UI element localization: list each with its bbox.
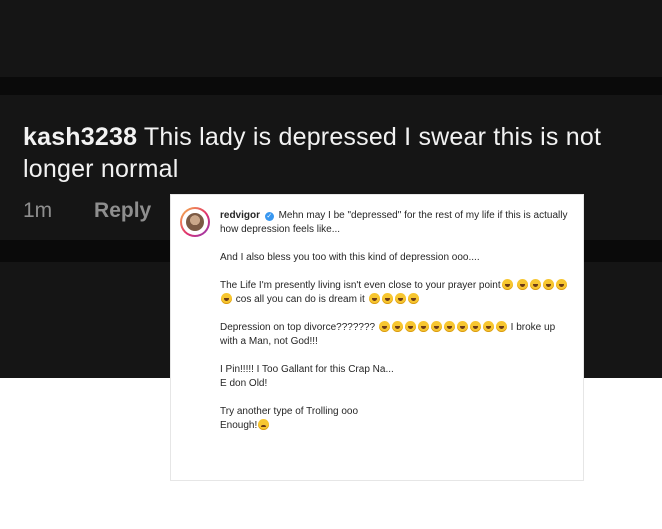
avatar-ring [182,209,208,235]
reply-text: redvigor ✓ Mehn may I be "depressed" for… [220,209,575,447]
laughing-emoji-icon [501,279,513,290]
laughing-emoji-icon [378,321,390,332]
laughing-emoji-icon [404,321,416,332]
comment-username[interactable]: kash3238 [23,123,137,151]
laughing-emoji-icon [221,293,232,304]
composite-screenshot: kash3238 This lady is depressed I swear … [0,0,662,529]
disappointed-emoji-icon [258,419,270,430]
laughing-emoji-icon [381,293,393,304]
laughing-emoji-icon [482,321,494,332]
reply-paragraph: redvigor ✓ Mehn may I be "depressed" for… [220,209,575,237]
reply-line: Try another type of Trolling ooo [220,406,359,417]
laughing-emoji-icon [495,321,507,332]
laughing-emoji-icon [530,279,542,290]
reply-paragraph: And I also bless you too with this kind … [220,251,575,265]
reply-line: I Pin!!!!! I Too Gallant for this Crap N… [220,364,394,375]
laughing-emoji-icon [517,279,529,290]
reply-button[interactable]: Reply [94,199,151,222]
reply-line: E don Old! [220,378,268,389]
laughing-emoji-icon [556,279,568,290]
comment-timestamp: 1m [23,199,53,222]
reply-line: Enough! [220,420,258,431]
reply-line: And I also bless you too with this kind … [220,252,480,263]
laughing-emoji-icon [430,321,442,332]
laughing-emoji-icon [417,321,429,332]
reply-line: Depression on top divorce??????? [220,322,376,333]
divider-band [0,77,662,95]
reply-paragraph: I Pin!!!!! I Too Gallant for this Crap N… [220,363,575,391]
reply-screenshot: redvigor ✓ Mehn may I be "depressed" for… [171,195,583,480]
reply-line: The Life I'm presently living isn't even… [220,280,501,291]
comment-body: kash3238 This lady is depressed I swear … [23,121,643,185]
reply-paragraph: The Life I'm presently living isn't even… [220,279,575,307]
reply-paragraph: Try another type of Trolling ooo Enough! [220,405,575,433]
verified-badge-icon: ✓ [264,212,274,221]
laughing-emoji-icon [443,321,455,332]
laughing-emoji-icon [543,279,555,290]
laughing-emoji-icon [368,293,380,304]
reply-line: cos all you can do is dream it [235,294,365,305]
reply-paragraph: Depression on top divorce??????? I broke… [220,321,575,349]
laughing-emoji-icon [391,321,403,332]
laughing-emoji-icon [469,321,481,332]
reply-username[interactable]: redvigor [220,210,260,221]
profile-photo [186,213,204,231]
comment-meta: 1m Reply [23,198,151,224]
laughing-emoji-icon [456,321,468,332]
laughing-emoji-icon [394,293,406,304]
avatar[interactable] [180,207,210,237]
laughing-emoji-icon [407,293,419,304]
